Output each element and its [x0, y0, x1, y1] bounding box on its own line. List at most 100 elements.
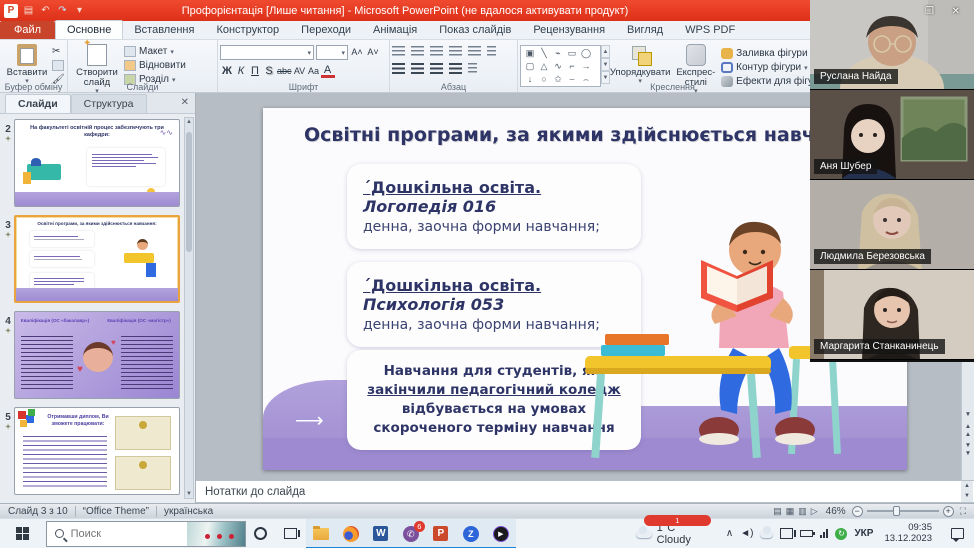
language-switcher[interactable]: УКР	[854, 528, 873, 539]
tab-animations[interactable]: Анімація	[362, 21, 428, 39]
strikethrough-button[interactable]: abc	[276, 64, 293, 79]
powerpoint-button[interactable]: P	[426, 519, 456, 548]
firefox-button[interactable]	[336, 519, 366, 548]
tab-design[interactable]: Конструктор	[205, 21, 290, 39]
slide-arrow-icon: ⟶	[295, 408, 324, 433]
video-tile-2[interactable]: Аня Шубер	[810, 90, 974, 180]
slide-thumbnail-3-selected[interactable]: Освітні програми, за якими здійснюється …	[14, 215, 180, 303]
bullets-icon[interactable]	[392, 46, 405, 57]
reading-view-icon[interactable]: ▥	[798, 506, 807, 517]
zoom-slider[interactable]	[867, 510, 939, 512]
line-spacing-icon[interactable]	[468, 46, 481, 57]
justify-icon[interactable]	[449, 63, 462, 74]
tab-home[interactable]: Основне	[55, 20, 123, 39]
underline-button[interactable]: П	[248, 64, 262, 79]
video-close-icon[interactable]: ✕	[952, 6, 960, 17]
weather-widget[interactable]: 1 1°C Cloudy	[636, 522, 712, 546]
slides-panel-scrollbar[interactable]: ▲ ▼	[184, 117, 194, 499]
theme-name[interactable]: “Office Theme”	[83, 506, 149, 517]
start-button[interactable]	[0, 519, 46, 548]
slide-sorter-icon[interactable]: ▦	[786, 506, 795, 517]
decrease-indent-icon[interactable]	[430, 46, 443, 57]
antivirus-icon[interactable]: ↻	[835, 528, 847, 540]
viber-button[interactable]: ✆6	[396, 519, 426, 548]
layout-button[interactable]: Макет▾	[124, 45, 186, 58]
video-tile-1[interactable]: ❐ ✕ Руслана Найда	[810, 0, 974, 90]
increase-indent-icon[interactable]	[449, 46, 462, 57]
bold-button[interactable]: Ж	[220, 64, 234, 79]
font-name-select[interactable]: ▾	[220, 45, 314, 60]
tray-chevron-icon[interactable]: ∧	[726, 528, 733, 539]
slides-panel-close-icon[interactable]: ✕	[181, 97, 189, 108]
shapes-gallery[interactable]: ▣╲⌁▭◯▢ △∿⌐→↓○ ✩⌣⌢{}★	[520, 45, 601, 87]
word-button[interactable]: W	[366, 519, 396, 548]
wifi-icon[interactable]	[820, 529, 828, 538]
tab-outline[interactable]: Структура	[71, 94, 147, 113]
font-color-button[interactable]: A	[321, 65, 335, 78]
group-slides: Створити слайд ▾ Макет▾ Відновити Розділ…	[68, 40, 218, 92]
previous-slide-icon[interactable]: ▲	[962, 423, 974, 431]
media-player-button[interactable]: ▶	[486, 519, 516, 548]
shapes-scroll[interactable]: ▲▼▼	[601, 45, 610, 84]
align-right-icon[interactable]	[430, 63, 443, 74]
zoom-level: 46%	[826, 506, 846, 517]
language-indicator[interactable]: українська	[164, 506, 213, 517]
tab-wps-pdf[interactable]: WPS PDF	[674, 21, 746, 39]
file-explorer-button[interactable]	[306, 519, 336, 548]
tab-slides-thumbnails[interactable]: Слайди	[5, 94, 71, 113]
scroll-down-icon[interactable]: ▼	[962, 411, 974, 419]
paste-button[interactable]: Вставити ▾	[2, 42, 52, 85]
italic-button[interactable]: К	[234, 64, 248, 79]
thumb-3-desk	[124, 253, 154, 263]
notification-center-icon[interactable]	[951, 528, 964, 539]
display-icon[interactable]	[780, 528, 793, 539]
text-direction-icon[interactable]	[487, 46, 496, 57]
video-tile-3[interactable]: Людмила Березовська	[810, 180, 974, 270]
onedrive-icon[interactable]	[760, 530, 773, 538]
zoom-app-button[interactable]: Z	[456, 519, 486, 548]
tab-slideshow[interactable]: Показ слайдів	[428, 21, 522, 39]
text-shadow-button[interactable]: S	[262, 64, 276, 79]
zoom-out-button[interactable]: −	[852, 506, 863, 517]
slide-thumbnail-2[interactable]: На факультеті освітній процес забезпечую…	[14, 119, 180, 207]
tab-insert[interactable]: Вставлення	[123, 21, 205, 39]
columns-icon[interactable]	[468, 63, 477, 74]
group-drawing: ▣╲⌁▭◯▢ △∿⌐→↓○ ✩⌣⌢{}★ ▲▼▼ Упорядкувати ▾ …	[518, 40, 828, 92]
volume-icon[interactable]: ◄)	[740, 528, 753, 539]
cortana-button[interactable]	[246, 519, 276, 548]
grow-font-button[interactable]: A˄	[350, 45, 364, 60]
tab-transitions[interactable]: Переходи	[290, 21, 362, 39]
taskbar-clock[interactable]: 09:3513.12.2023	[884, 523, 932, 545]
fit-to-window-button[interactable]: ⛶	[960, 506, 966, 517]
tab-view[interactable]: Вигляд	[616, 21, 674, 39]
battery-icon[interactable]	[800, 530, 813, 537]
shrink-font-button[interactable]: A˅	[366, 45, 380, 60]
tab-file[interactable]: Файл	[0, 21, 55, 39]
cut-button[interactable]: ✂	[52, 45, 65, 58]
copy-button[interactable]	[52, 59, 65, 72]
search-input[interactable]	[71, 528, 181, 540]
change-case-button[interactable]: Aa	[307, 64, 321, 79]
normal-view-icon[interactable]: ▤	[773, 506, 782, 517]
task-view-button[interactable]	[276, 519, 306, 548]
font-size-select[interactable]: ▾	[316, 45, 348, 60]
tab-review[interactable]: Рецензування	[522, 21, 616, 39]
align-center-icon[interactable]	[411, 63, 424, 74]
numbering-icon[interactable]	[411, 46, 424, 57]
video-tile-4[interactable]: Маргарита Станканинець	[810, 270, 974, 360]
notes-pane[interactable]: Нотатки до слайда	[196, 480, 974, 503]
zoom-in-button[interactable]: +	[943, 506, 954, 517]
taskbar-search[interactable]	[46, 521, 246, 547]
notes-scrollbar[interactable]: ▲▼	[961, 481, 973, 502]
slide-thumbnail-4[interactable]: Кваліфікація (ОС «бакалавр») Кваліфікаці…	[14, 311, 180, 399]
arrange-button[interactable]: Упорядкувати ▾	[610, 42, 671, 85]
video-restore-icon[interactable]: ❐	[925, 6, 934, 17]
slideshow-icon[interactable]: ▷	[811, 506, 818, 517]
reset-button[interactable]: Відновити	[124, 59, 186, 72]
group-drawing-label: Креслення	[518, 82, 827, 92]
video-call-panel[interactable]: ❐ ✕ Руслана Найда Аня Шубер	[810, 0, 974, 362]
character-spacing-button[interactable]: AV	[293, 64, 307, 79]
align-left-icon[interactable]	[392, 63, 405, 74]
next-slide-icon[interactable]: ▼	[962, 442, 974, 450]
slide-thumbnail-5[interactable]: Отримавши диплом, Ви зможете працювати:	[14, 407, 180, 495]
